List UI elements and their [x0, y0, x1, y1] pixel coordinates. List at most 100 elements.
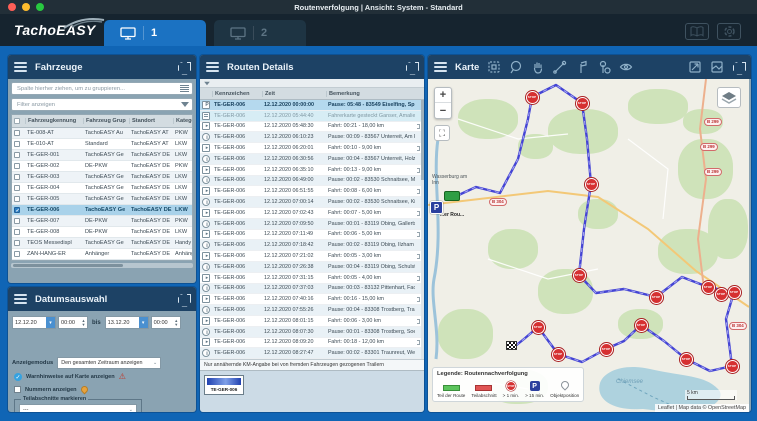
- row-checkbox[interactable]: [14, 185, 20, 191]
- route-row[interactable]: ▸TE-GER-00612.12.2020 07:02:43Fahrt: 00:…: [200, 208, 424, 219]
- table-row[interactable]: TE-GER-002DE-PKWTachoEASY DEPKW: [12, 161, 192, 172]
- route-row[interactable]: ‖TE-GER-00612.12.2020 06:30:56Pause: 00:…: [200, 154, 424, 165]
- table-row[interactable]: TE-GER-005TachoEASY GeTachoEASY DELKW: [12, 194, 192, 205]
- poi-marker-icon[interactable]: [597, 60, 611, 74]
- menu-icon[interactable]: [14, 294, 27, 304]
- route-row[interactable]: ‖TE-GER-00612.12.2020 06:49:00Pause: 00:…: [200, 176, 424, 187]
- fit-bounds-button[interactable]: ⛶: [434, 125, 450, 141]
- table-row[interactable]: TE-GER-008DE-PKWTachoEASY DELKW: [12, 227, 192, 238]
- map-export-icon[interactable]: [688, 60, 702, 74]
- route-polyline[interactable]: [450, 85, 734, 371]
- from-time-field[interactable]: 00:00 ▲▼: [58, 316, 88, 329]
- table-row[interactable]: TE-GER-001TachoEASY GeTachoEASY DELKW: [12, 150, 192, 161]
- row-checkbox[interactable]: [14, 240, 20, 246]
- tab-screen-2[interactable]: 2: [214, 20, 306, 46]
- route-row[interactable]: ▸TE-GER-00612.12.2020 06:51:55Fahrt: 00:…: [200, 186, 424, 197]
- row-checkbox[interactable]: [14, 141, 20, 147]
- parking-marker[interactable]: P: [430, 201, 443, 214]
- zoom-out-button[interactable]: −: [435, 103, 451, 118]
- table-row[interactable]: TE-GER-006TachoEASY GeTachoEASY DELKW: [12, 205, 192, 216]
- stop-marker[interactable]: STOP: [635, 319, 648, 332]
- stop-marker[interactable]: STOP: [573, 269, 586, 282]
- to-date-field[interactable]: 13.12.20 ▾: [105, 316, 149, 329]
- horizontal-scrollbar[interactable]: [11, 263, 193, 268]
- column-header[interactable]: Zeit: [262, 91, 326, 97]
- row-checkbox[interactable]: [14, 218, 20, 224]
- route-row[interactable]: ▸TE-GER-00612.12.2020 06:35:10Fahrt: 00:…: [200, 165, 424, 176]
- stop-marker[interactable]: STOP: [576, 97, 589, 110]
- visibility-eye-icon[interactable]: [619, 60, 633, 74]
- menu-icon[interactable]: [434, 62, 447, 72]
- table-row[interactable]: TE-GER-007DE-PKWTachoEASY DEPKW: [12, 216, 192, 227]
- stop-marker[interactable]: STOP: [600, 343, 613, 356]
- segments-select[interactable]: --- ⌄: [19, 404, 137, 412]
- time-spinner-icon[interactable]: ▲▼: [173, 317, 180, 328]
- route-row[interactable]: ▸TE-GER-00612.12.2020 07:21:02Fahrt: 00:…: [200, 251, 424, 262]
- vertical-scrollbar[interactable]: [421, 100, 424, 359]
- vehicle-marker[interactable]: [444, 191, 460, 201]
- select-area-icon[interactable]: [487, 60, 501, 74]
- route-row[interactable]: ▸TE-GER-00612.12.2020 07:31:15Fahrt: 00:…: [200, 273, 424, 284]
- routes-group-strip[interactable]: [200, 79, 424, 88]
- route-row[interactable]: ▸TE-GER-00612.12.2020 06:20:01Fahrt: 00:…: [200, 143, 424, 154]
- time-spinner-icon[interactable]: ▲▼: [80, 317, 87, 328]
- route-row[interactable]: TE-GER-00612.12.2020 05:44:40Fahrerkarte…: [200, 111, 424, 122]
- expand-icon[interactable]: [732, 61, 745, 74]
- select-all-checkbox[interactable]: [14, 118, 20, 124]
- manual-icon[interactable]: [685, 23, 709, 40]
- route-row[interactable]: ▸TE-GER-00612.12.2020 07:40:16Fahrt: 00:…: [200, 294, 424, 305]
- row-checkbox[interactable]: [14, 163, 20, 169]
- measure-icon[interactable]: [553, 60, 567, 74]
- route-row[interactable]: ‖TE-GER-00612.12.2020 07:26:38Pause: 00:…: [200, 262, 424, 273]
- layers-button[interactable]: [717, 87, 741, 108]
- route-point-icon[interactable]: [575, 60, 589, 74]
- row-checkbox[interactable]: [14, 130, 20, 136]
- vehicle-legend-chip[interactable]: TE-GER-006: [204, 375, 244, 395]
- row-checkbox[interactable]: [14, 207, 20, 213]
- column-header[interactable]: Fahrzeug Grup: [83, 118, 129, 124]
- table-row[interactable]: ZAN-HÄNG-ERAnhängerTachoEASY DEAnhänger: [12, 249, 192, 260]
- pan-hand-icon[interactable]: [531, 60, 545, 74]
- table-row[interactable]: TE-010-ATStandardTachoEASY ATLKW: [12, 139, 192, 150]
- route-row[interactable]: ‖TE-GER-00612.12.2020 08:27:47Pause: 00:…: [200, 348, 424, 359]
- stop-marker[interactable]: STOP: [680, 353, 693, 366]
- finish-flag-marker[interactable]: [506, 341, 517, 350]
- expand-icon[interactable]: [177, 61, 190, 74]
- column-header[interactable]: Kategorie: [173, 118, 192, 124]
- map-canvas[interactable]: + − ⛶ STOPSTOPSTOPSTOPSTOPSTOPSTOPSTOPST…: [428, 79, 749, 412]
- warnings-checkbox[interactable]: ✓: [14, 373, 22, 381]
- group-by-input[interactable]: [15, 85, 180, 93]
- table-row[interactable]: TE-008-ATTachoEASY AuTachoEASY ATPKW: [12, 128, 192, 139]
- row-checkbox[interactable]: [14, 251, 20, 257]
- row-checkbox[interactable]: [14, 152, 20, 158]
- menu-icon[interactable]: [206, 62, 219, 72]
- calendar-dropdown-icon[interactable]: ▾: [46, 317, 55, 328]
- display-mode-select[interactable]: Den gesamten Zeitraum anzeigen ⌄: [57, 357, 161, 369]
- row-checkbox[interactable]: [14, 174, 20, 180]
- row-checkbox[interactable]: [14, 229, 20, 235]
- column-header[interactable]: Bemerkung: [326, 91, 415, 97]
- column-header[interactable]: Standort: [129, 118, 173, 124]
- route-row[interactable]: ‖TE-GER-00612.12.2020 06:10:23Pause: 00:…: [200, 132, 424, 143]
- expand-icon[interactable]: [177, 293, 190, 306]
- table-row[interactable]: TEOS MessedisplTachoEASY GeTachoEASY DEH…: [12, 238, 192, 249]
- numbers-checkbox[interactable]: [14, 386, 21, 393]
- stop-marker[interactable]: STOP: [702, 281, 715, 294]
- route-row[interactable]: ‖TE-GER-00612.12.2020 07:18:42Pause: 00:…: [200, 240, 424, 251]
- route-row[interactable]: ‖TE-GER-00612.12.2020 07:09:50Pause: 00:…: [200, 219, 424, 230]
- tab-screen-1[interactable]: 1: [104, 20, 206, 46]
- menu-icon[interactable]: [14, 62, 27, 72]
- filter-input[interactable]: [15, 101, 181, 109]
- table-row[interactable]: TE-GER-003TachoEASY GeTachoEASY DELKW: [12, 172, 192, 183]
- stop-marker[interactable]: STOP: [726, 360, 739, 373]
- stop-marker[interactable]: STOP: [552, 348, 565, 361]
- stop-marker[interactable]: STOP: [650, 291, 663, 304]
- route-row[interactable]: ▸TE-GER-00612.12.2020 08:01:15Fahrt: 00:…: [200, 316, 424, 327]
- lasso-icon[interactable]: [509, 60, 523, 74]
- route-row[interactable]: ‖TE-GER-00612.12.2020 07:00:14Pause: 00:…: [200, 197, 424, 208]
- expand-icon[interactable]: [405, 61, 418, 74]
- table-row[interactable]: TE-GER-004TachoEASY GeTachoEASY DELKW: [12, 183, 192, 194]
- route-row[interactable]: ‖TE-GER-00612.12.2020 07:37:03Pause: 00:…: [200, 284, 424, 295]
- from-date-field[interactable]: 12.12.20 ▾: [12, 316, 56, 329]
- to-time-field[interactable]: 00:00 ▲▼: [151, 316, 181, 329]
